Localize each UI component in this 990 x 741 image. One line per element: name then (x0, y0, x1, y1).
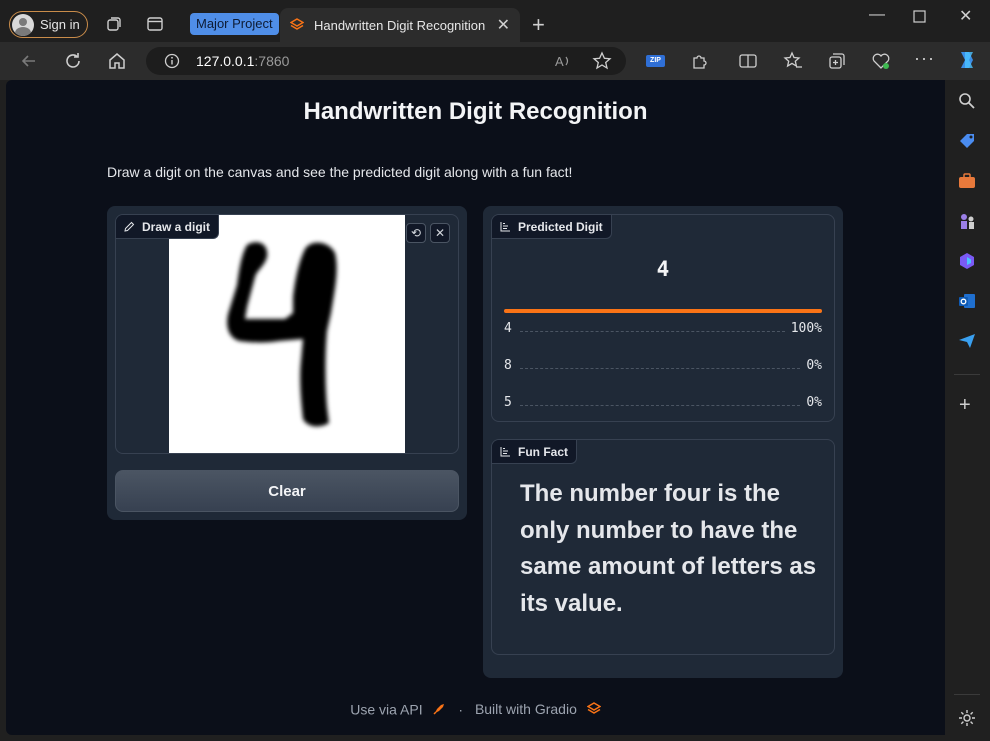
split-screen-icon[interactable] (738, 51, 758, 71)
predicted-digit-block: Predicted Digit 4 4 100% 8 0% 5 0% (491, 214, 835, 422)
fun-fact-label-text: Fun Fact (518, 444, 568, 459)
confidence-bar-fill (504, 309, 822, 313)
confidence-leader (519, 404, 801, 406)
close-window-icon[interactable]: ✕ (959, 6, 972, 26)
confidence-label: 4 (504, 320, 512, 336)
back-icon[interactable] (18, 50, 40, 72)
minimize-icon[interactable]: — (869, 6, 885, 24)
confidence-value: 0% (806, 394, 822, 410)
footer-separator: · (458, 701, 464, 718)
tab-title: Handwritten Digit Recognition (314, 17, 486, 33)
add-sidebar-app-icon[interactable]: + (959, 394, 971, 417)
confidence-row: 5 0% (504, 393, 822, 411)
built-with-gradio-link[interactable]: Built with Gradio (475, 701, 577, 717)
drawing-canvas[interactable] (169, 215, 405, 453)
clear-button[interactable]: Clear (115, 470, 459, 512)
confidence-bar (504, 309, 822, 313)
close-tab-icon[interactable]: ✕ (497, 15, 510, 35)
page-title: Handwritten Digit Recognition (303, 98, 648, 125)
search-icon[interactable] (957, 91, 977, 111)
collections-icon[interactable] (827, 51, 847, 71)
tab-group-label[interactable]: Major Project (190, 13, 279, 35)
workspaces-icon[interactable] (105, 15, 123, 33)
settings-gear-icon[interactable] (957, 708, 977, 728)
fun-fact-text: The number four is the only number to ha… (520, 480, 817, 617)
fun-fact-block: Fun Fact The number four is the only num… (491, 439, 835, 655)
tools-icon[interactable] (957, 171, 977, 191)
confidence-value: 0% (806, 357, 822, 373)
gradio-page: Handwritten Digit Recognition Draw a dig… (6, 80, 945, 735)
confidence-row: 4 100% (504, 319, 822, 337)
home-icon[interactable] (106, 50, 128, 72)
pencil-icon (124, 221, 135, 232)
confidence-label: 8 (504, 357, 512, 373)
browser-essentials-icon[interactable] (871, 51, 891, 71)
predicted-digit-value: 4 (656, 257, 670, 281)
sidebar-divider-bottom (954, 694, 980, 695)
svg-text:A: A (555, 54, 564, 69)
predicted-digit-label-text: Predicted Digit (518, 219, 603, 234)
drawn-digit-image (227, 242, 337, 427)
undo-button[interactable]: ⟲ (406, 223, 426, 243)
active-tab[interactable]: Handwritten Digit Recognition ✕ (280, 8, 520, 42)
refresh-icon[interactable] (62, 50, 84, 72)
site-info-icon[interactable] (164, 53, 180, 69)
rocket-icon (433, 704, 445, 715)
browser-toolbar: 127.0.0.1:7860 A ZIP ··· (0, 42, 990, 80)
copilot-icon[interactable] (955, 48, 979, 72)
microsoft-365-icon[interactable] (957, 251, 977, 271)
new-tab-icon[interactable]: + (532, 12, 545, 38)
more-options-icon[interactable]: ··· (914, 48, 935, 69)
confidence-leader (519, 330, 785, 332)
sketchpad-block: ⟲ ✕ Draw a digit (115, 214, 459, 454)
gradio-favicon-icon (290, 18, 304, 30)
sketchpad-label: Draw a digit (116, 215, 220, 239)
page-description: Draw a digit on the canvas and see the p… (107, 164, 573, 180)
outlook-icon[interactable] (957, 291, 977, 311)
zip-extension-icon[interactable]: ZIP (646, 55, 665, 67)
favorite-star-icon[interactable] (592, 51, 612, 71)
maximize-icon[interactable] (913, 10, 926, 23)
fun-fact-label: Fun Fact (492, 440, 577, 464)
sketchpad-label-text: Draw a digit (142, 219, 211, 234)
confidence-label: 5 (504, 394, 512, 410)
label-chart-icon (500, 447, 510, 457)
url-host: 127.0.0.1 (196, 53, 255, 69)
url-port: :7860 (254, 53, 290, 69)
gradio-footer: Use via API · Built with Gradio (6, 700, 945, 717)
shopping-tag-icon[interactable] (957, 131, 977, 151)
sign-in-label: Sign in (40, 17, 80, 32)
tab-actions-icon[interactable] (146, 15, 164, 33)
sign-in-button[interactable]: Sign in (9, 11, 88, 38)
confidence-row: 8 0% (504, 356, 822, 374)
send-icon[interactable] (957, 331, 977, 351)
browser-sidebar: + (945, 80, 990, 741)
confidence-leader (519, 367, 801, 369)
sidebar-divider (954, 374, 980, 375)
extensions-icon[interactable] (690, 51, 710, 71)
gradio-logo-icon (586, 702, 602, 715)
favorites-icon[interactable] (783, 51, 803, 71)
read-aloud-icon[interactable]: A (554, 51, 574, 71)
clear-canvas-x-button[interactable]: ✕ (430, 223, 450, 243)
predicted-digit-label: Predicted Digit (492, 215, 612, 239)
profile-avatar-icon (12, 13, 34, 36)
browser-title-bar: Sign in Major Project Handwritten Digit … (0, 0, 990, 42)
games-icon[interactable] (957, 211, 977, 231)
label-chart-icon (500, 222, 510, 232)
confidence-value: 100% (790, 320, 822, 336)
use-via-api-link[interactable]: Use via API (350, 701, 422, 717)
